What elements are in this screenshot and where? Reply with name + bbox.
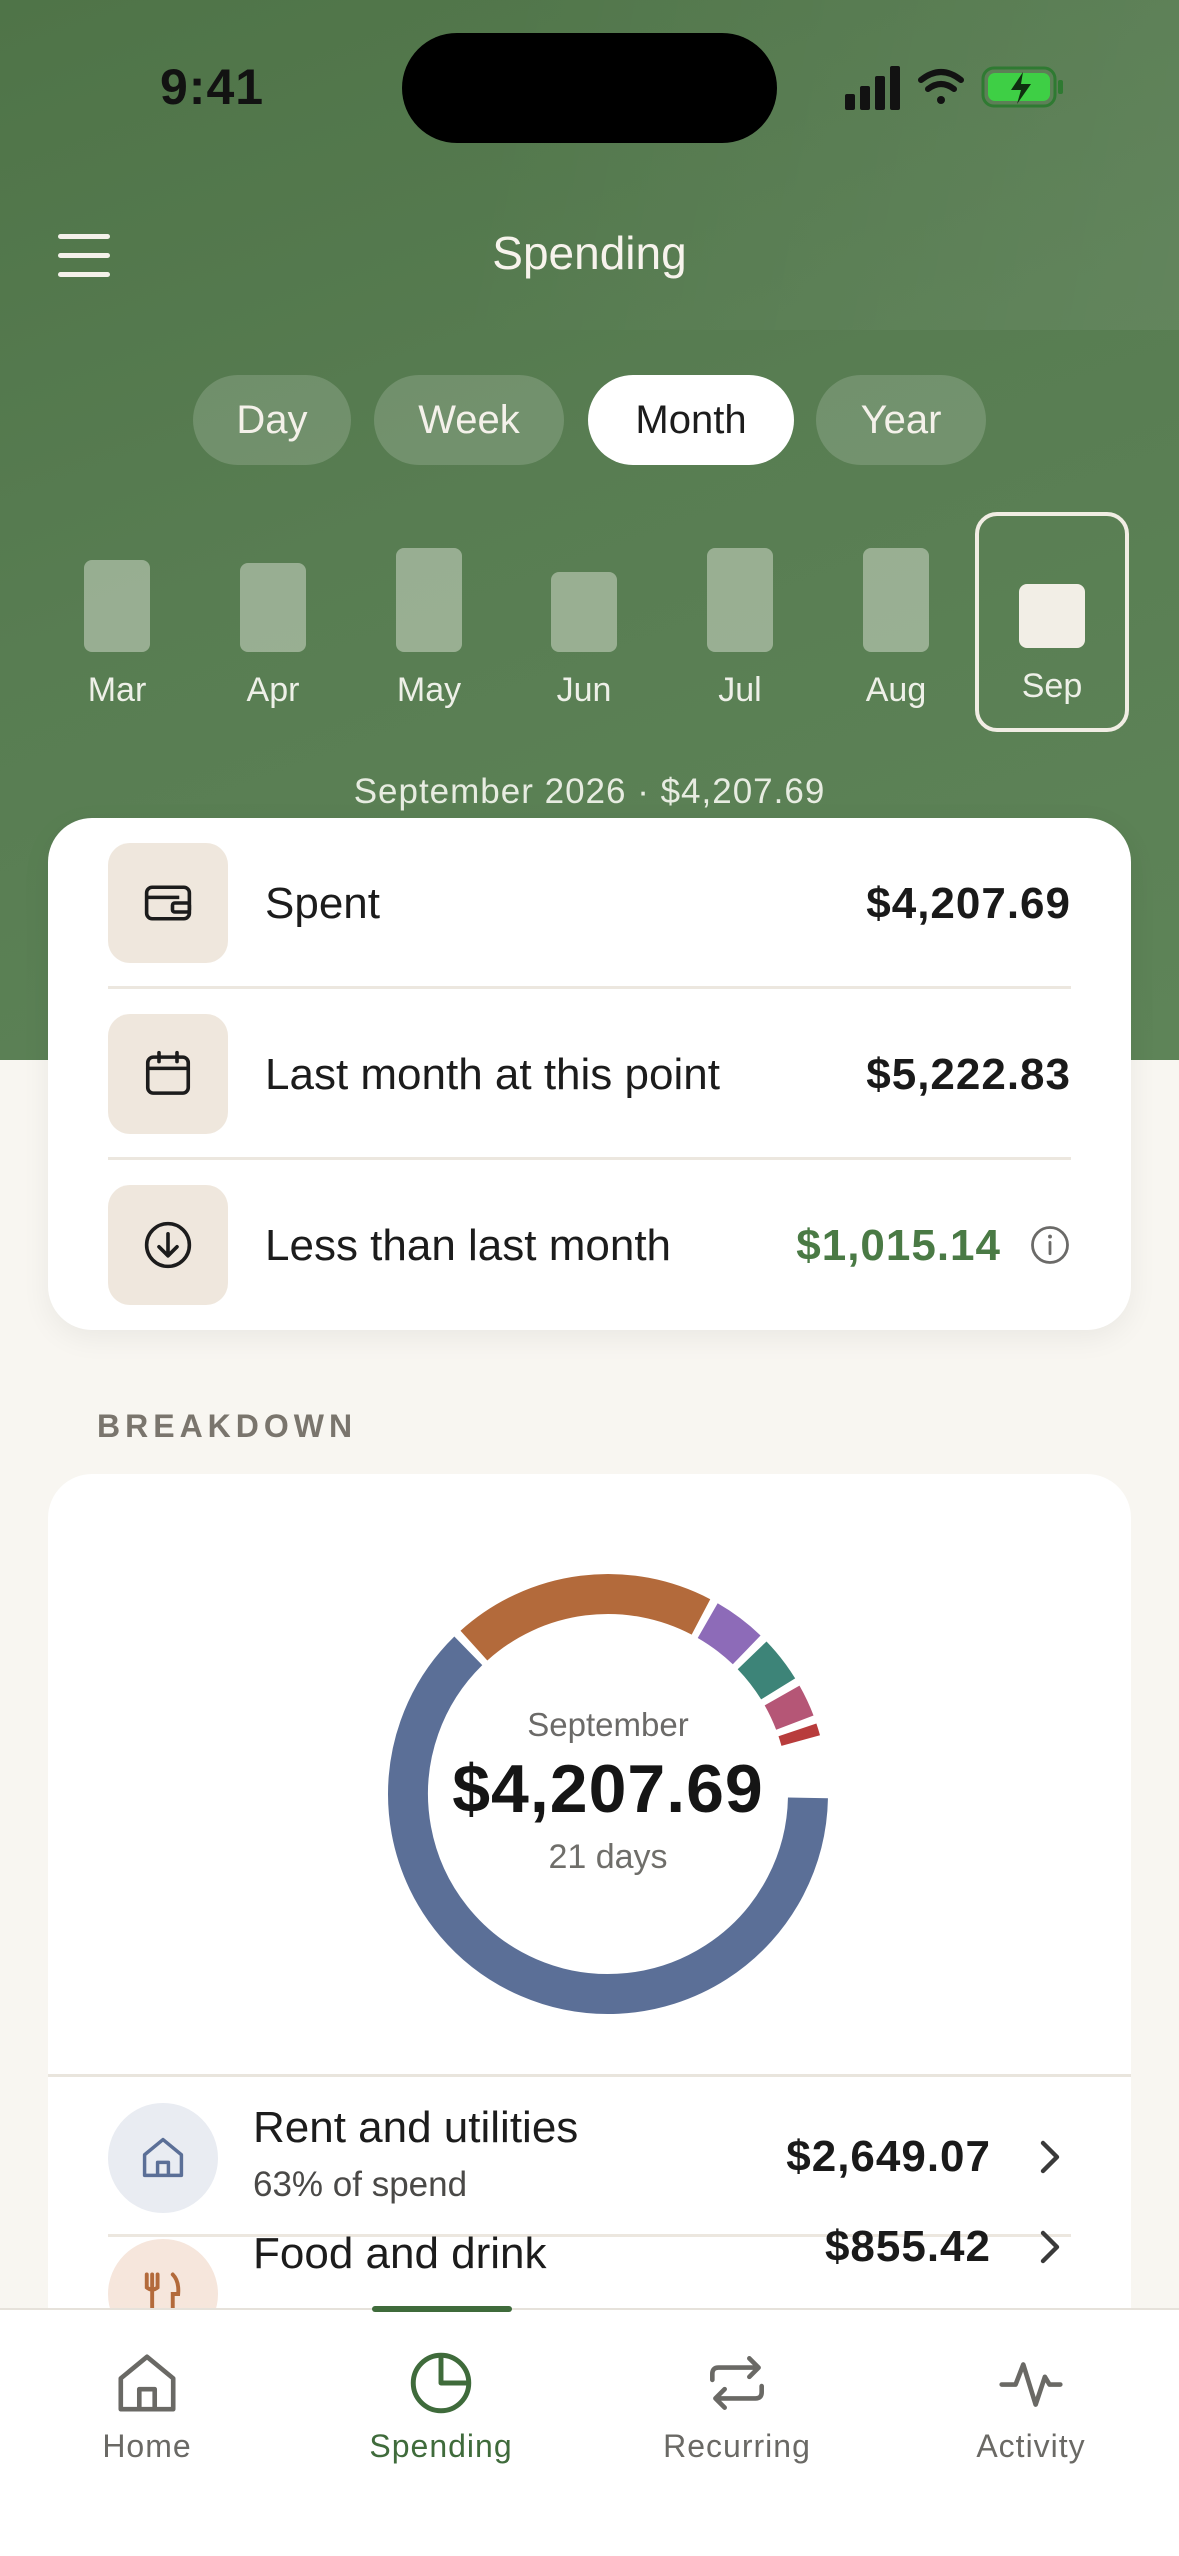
month-bar (1019, 584, 1085, 648)
month-bar (551, 572, 617, 652)
month-label: Jul (718, 671, 762, 709)
spent-label: Spent (265, 878, 380, 928)
tab-day[interactable]: Day (193, 375, 351, 465)
month-bar (84, 560, 150, 652)
donut-amount: $4,207.69 (452, 1750, 764, 1827)
difference-value: $1,015.14 (796, 1220, 1001, 1270)
month-may[interactable]: May (364, 512, 494, 732)
summary-row-difference: Less than last month $1,015.14 (48, 1160, 1131, 1331)
nav-home[interactable]: Home (0, 2310, 294, 2510)
status-time: 9:41 (160, 59, 265, 115)
month-jun[interactable]: Jun (519, 512, 649, 732)
month-bar (863, 548, 929, 652)
summary-row-last-month: Last month at this point $5,222.83 (48, 989, 1131, 1160)
difference-label: Less than last month (265, 1220, 672, 1270)
month-label: Aug (865, 671, 927, 709)
month-label: Mar (87, 671, 147, 709)
month-label: Jun (556, 671, 612, 709)
calendar-icon (108, 1014, 228, 1134)
battery-charging-icon (981, 66, 1063, 108)
nav-spending[interactable]: Spending (294, 2310, 588, 2510)
category-name: Rent and utilities (253, 2103, 579, 2152)
category-amount: $855.42 (824, 2222, 991, 2271)
month-aug[interactable]: Aug (831, 512, 961, 732)
wallet-icon (108, 843, 228, 963)
house-icon (108, 2103, 218, 2213)
month-bar (396, 548, 462, 652)
signal-icon (845, 66, 900, 110)
period-summary: September 2026 · $4,207.69 (353, 772, 826, 811)
month-jul[interactable]: Jul (675, 512, 805, 732)
arrow-down-circle-icon (108, 1185, 228, 1305)
info-icon[interactable] (1029, 1224, 1071, 1266)
tab-day-label: Day (236, 397, 308, 442)
wifi-icon (918, 69, 964, 104)
pie-chart-icon (410, 2352, 472, 2414)
nav-recurring-label: Recurring (663, 2428, 811, 2464)
spent-value: $4,207.69 (866, 878, 1071, 928)
nav-recurring[interactable]: Recurring (590, 2310, 884, 2510)
nav-activity-label: Activity (976, 2428, 1086, 2464)
month-sep[interactable]: Sep (975, 512, 1129, 732)
last-month-value: $5,222.83 (866, 1049, 1071, 1099)
chevron-right-icon (1040, 2230, 1060, 2264)
dynamic-island (402, 33, 777, 143)
month-apr[interactable]: Apr (208, 512, 338, 732)
chevron-right-icon (1040, 2140, 1060, 2174)
home-icon (118, 2354, 176, 2412)
month-label: Apr (246, 671, 300, 709)
activity-icon (999, 2362, 1063, 2407)
tab-week[interactable]: Week (374, 375, 564, 465)
month-label: Sep (1021, 667, 1083, 705)
last-month-label: Last month at this point (265, 1049, 720, 1099)
nav-activity[interactable]: Activity (884, 2310, 1178, 2510)
status-icons (845, 66, 1063, 110)
tab-year-label: Year (860, 397, 942, 442)
category-percent: 63% of spend (253, 2165, 468, 2204)
month-bar (240, 563, 306, 652)
month-mar[interactable]: Mar (52, 512, 182, 732)
tab-week-label: Week (418, 397, 520, 442)
breakdown-section-label: BREAKDOWN (97, 1408, 358, 1444)
nav-spending-label: Spending (369, 2428, 513, 2464)
category-name: Food and drink (253, 2229, 547, 2278)
summary-card: Spent $4,207.69 Last month at this point… (48, 818, 1131, 1330)
repeat-icon (710, 2356, 764, 2410)
tab-bar: Home Spending Recurring Activity (0, 2306, 1179, 2556)
donut-month: September (527, 1705, 689, 1743)
tab-month-label: Month (635, 397, 747, 442)
month-label: May (396, 671, 462, 709)
donut-days: 21 days (548, 1837, 668, 1876)
summary-row-spent: Spent $4,207.69 (48, 818, 1131, 989)
nav-home-label: Home (102, 2428, 192, 2464)
page-title: Spending (492, 227, 687, 279)
tab-year[interactable]: Year (816, 375, 986, 465)
donut-center: September $4,207.69 21 days (358, 1544, 858, 2044)
month-bar (707, 548, 773, 652)
tab-month[interactable]: Month (588, 375, 794, 465)
